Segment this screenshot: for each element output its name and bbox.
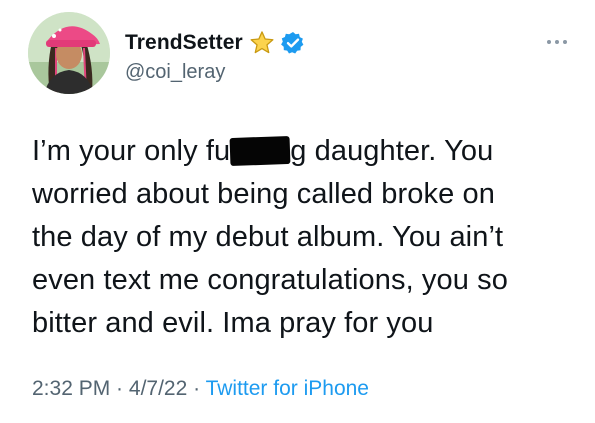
tweet-meta: 2:32 PM · 4/7/22 · Twitter for iPhone [32,377,369,401]
redaction-bar [229,135,291,167]
meta-separator: · [187,377,206,400]
tweet-source-link[interactable]: Twitter for iPhone [206,377,369,400]
verified-badge-icon [280,31,305,55]
tweet-text: I’m your only fu g daughter. You worried … [32,130,572,345]
avatar[interactable] [28,12,110,94]
tweet-text-line-3: the day of my debut album. You ain’t [32,221,504,253]
tweet-date[interactable]: 4/7/22 [129,377,187,400]
user-handle[interactable]: @coi_leray [125,61,225,84]
display-name[interactable]: TrendSetter [125,31,243,55]
tweet-text-line-5: bitter and evil. Ima pray for you [32,307,434,339]
tweet-text-line-1-suffix: g daughter. You [290,135,494,167]
tweet-time[interactable]: 2:32 PM [32,377,110,400]
more-options-icon[interactable] [547,36,571,48]
tweet-text-line-1: I’m your only fu g daughter. You [32,130,572,173]
name-row: TrendSetter [125,30,305,56]
meta-separator: · [110,377,129,400]
tweet-text-line-2: worried about being called broke on [32,178,495,210]
tweet-text-line-4: even text me congratulations, you so [32,264,508,296]
tweet-text-line-1-prefix: I’m your only fu [32,135,231,167]
star-icon [249,30,275,56]
tweet-card: TrendSetter @coi_leray I’m your only fu g… [0,0,595,423]
